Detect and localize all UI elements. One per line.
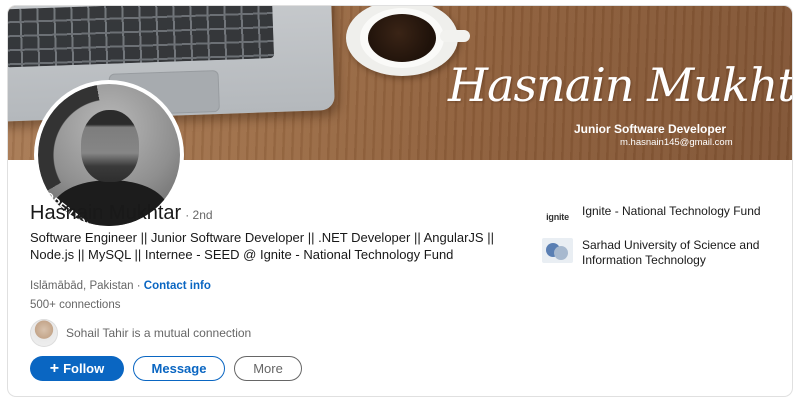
profile-headline: Software Engineer || Junior Software Dev… (30, 230, 494, 262)
contact-info-link[interactable]: Contact info (144, 280, 211, 292)
mutual-connection-name: Sohail Tahir (66, 326, 129, 340)
profile-actions: + Follow Message More (30, 356, 302, 381)
banner-signature: Hasnain Mukhtar (448, 58, 792, 112)
current-company[interactable]: ignite Ignite - National Technology Fund (542, 204, 792, 229)
more-button[interactable]: More (234, 356, 302, 381)
profile-card: Hasnain Mukhtar Junior Software Develope… (8, 6, 792, 396)
banner-email: m.hasnain145@gmail.com (620, 137, 733, 148)
plus-icon: + (49, 359, 60, 377)
connection-degree: · 2nd (185, 208, 213, 222)
education-school[interactable]: Sarhad University of Science and Informa… (542, 238, 792, 267)
name-row: Hasnain Mukhtar · 2nd (30, 202, 213, 225)
profile-location: Islāmābād, Pakistan (30, 280, 134, 292)
follow-button[interactable]: + Follow (30, 356, 124, 381)
banner-role: Junior Software Developer (574, 122, 727, 136)
ignite-logo-icon: ignite (546, 211, 569, 222)
message-button[interactable]: Message (133, 356, 225, 381)
university-logo-icon (542, 238, 573, 263)
school-name: Sarhad University of Science and Informa… (582, 238, 760, 267)
mutual-connection-avatar (30, 319, 58, 347)
profile-name: Hasnain Mukhtar (30, 202, 182, 224)
connections-count[interactable]: 500+ connections (30, 299, 120, 311)
company-name: Ignite - National Technology Fund (582, 204, 761, 218)
location-row: Islāmābād, Pakistan · Contact info (30, 280, 211, 292)
profile-avatar[interactable]: #OPENTOWORK (34, 80, 184, 230)
mutual-connection[interactable]: Sohail Tahir is a mutual connection (30, 319, 251, 347)
